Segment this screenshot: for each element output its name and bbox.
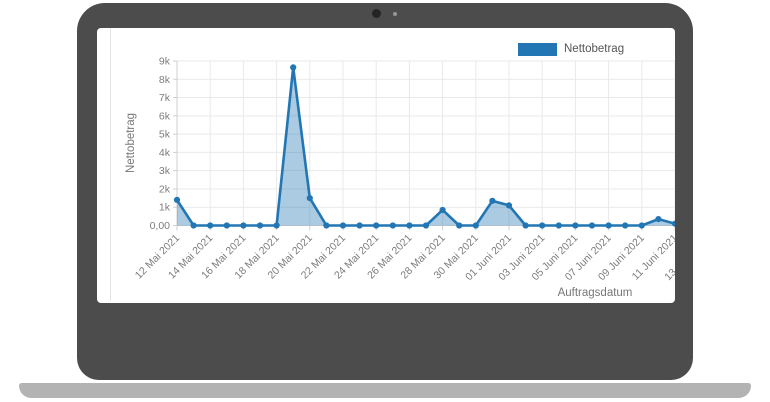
- data-point[interactable]: [307, 195, 313, 201]
- data-point[interactable]: [606, 222, 612, 228]
- y-tick-label: 6k: [159, 110, 171, 122]
- data-point[interactable]: [323, 222, 329, 228]
- data-point[interactable]: [456, 222, 462, 228]
- data-point[interactable]: [556, 222, 562, 228]
- data-point[interactable]: [523, 222, 529, 228]
- data-point[interactable]: [390, 222, 396, 228]
- data-point[interactable]: [274, 222, 280, 228]
- data-point[interactable]: [539, 222, 545, 228]
- data-point[interactable]: [423, 222, 429, 228]
- y-tick-label: 3k: [159, 165, 171, 177]
- laptop-mockup: 0,001k2k3k4k5k6k7k8k9k12 Mai 202114 Mai …: [77, 3, 693, 380]
- y-tick-label: 0,00: [150, 220, 171, 232]
- data-point[interactable]: [174, 197, 180, 203]
- data-point[interactable]: [440, 207, 446, 213]
- y-axis-title: Nettobetrag: [125, 113, 137, 173]
- laptop-base: [19, 383, 751, 398]
- data-point[interactable]: [257, 222, 263, 228]
- webcam-icon: [372, 9, 381, 18]
- data-point[interactable]: [357, 222, 363, 228]
- data-point[interactable]: [639, 222, 645, 228]
- y-tick-label: 5k: [159, 129, 171, 141]
- page-background: 0,001k2k3k4k5k6k7k8k9k12 Mai 202114 Mai …: [0, 0, 770, 402]
- y-tick-label: 4k: [159, 147, 171, 159]
- data-point[interactable]: [207, 222, 213, 228]
- data-point[interactable]: [373, 222, 379, 228]
- data-point[interactable]: [589, 222, 595, 228]
- data-point[interactable]: [473, 222, 479, 228]
- data-point[interactable]: [224, 222, 230, 228]
- data-point[interactable]: [489, 198, 495, 204]
- data-point[interactable]: [506, 202, 512, 208]
- y-tick-label: 2k: [159, 183, 171, 195]
- webcam-led-icon: [393, 12, 397, 16]
- x-axis-title: Auftragsdatum: [558, 287, 633, 299]
- series-area: [177, 67, 675, 225]
- y-tick-label: 7k: [159, 92, 171, 104]
- data-point[interactable]: [340, 222, 346, 228]
- data-point[interactable]: [622, 222, 628, 228]
- data-point[interactable]: [240, 222, 246, 228]
- data-point[interactable]: [290, 64, 296, 70]
- data-point[interactable]: [655, 216, 661, 222]
- y-tick-label: 9k: [159, 56, 171, 68]
- legend-label: Nettobetrag: [564, 42, 624, 56]
- laptop-screen: 0,001k2k3k4k5k6k7k8k9k12 Mai 202114 Mai …: [97, 28, 675, 303]
- data-point[interactable]: [191, 222, 197, 228]
- area-chart[interactable]: 0,001k2k3k4k5k6k7k8k9k12 Mai 202114 Mai …: [97, 28, 675, 303]
- series-line: [177, 67, 675, 225]
- y-tick-label: 1k: [159, 202, 171, 214]
- legend-swatch: [518, 43, 557, 56]
- data-point[interactable]: [572, 222, 578, 228]
- data-point[interactable]: [406, 222, 412, 228]
- y-tick-label: 8k: [159, 74, 171, 86]
- chart-legend[interactable]: Nettobetrag: [518, 42, 624, 56]
